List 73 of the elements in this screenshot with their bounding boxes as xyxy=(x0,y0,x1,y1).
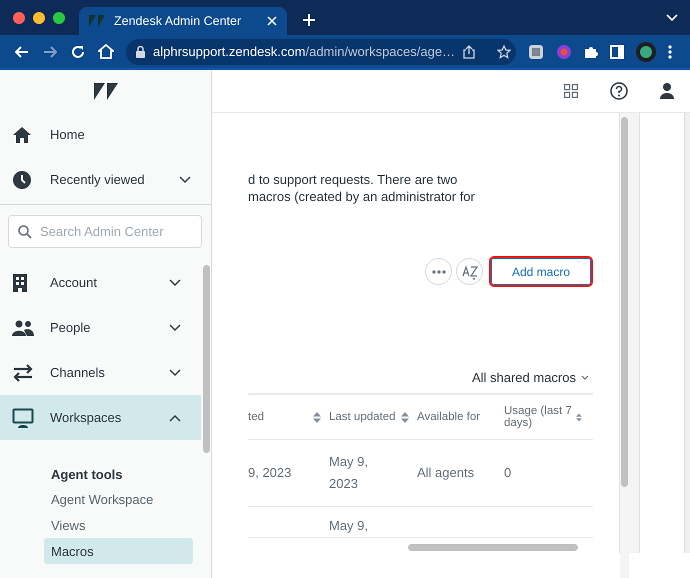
scrollbar-thumb[interactable] xyxy=(408,544,578,551)
people-icon xyxy=(12,320,34,336)
puzzle-icon[interactable] xyxy=(584,44,598,58)
column-header[interactable]: Available for xyxy=(417,411,480,423)
zendesk-logo-icon[interactable] xyxy=(94,82,118,100)
table-cell-text: May 9, xyxy=(329,517,368,535)
monitor-icon xyxy=(12,408,34,428)
sort-icon[interactable] xyxy=(401,412,409,422)
nav-item[interactable]: Home xyxy=(0,112,211,157)
building-icon xyxy=(12,272,28,292)
share-icon[interactable] xyxy=(463,44,476,58)
description-text: d to support requests. There are two xyxy=(248,171,458,188)
chevron-down-icon[interactable] xyxy=(666,14,678,22)
tab-title: Zendesk Admin Center xyxy=(114,14,242,28)
table-cell-text: May 9, 2023 xyxy=(329,453,370,493)
apps-grid-icon[interactable] xyxy=(564,84,578,98)
close-icon[interactable] xyxy=(267,16,277,26)
nav-item[interactable]: Workspaces xyxy=(0,395,201,440)
url-text: alphrsupport.zendesk.com/admin/workspaces/age… xyxy=(153,44,456,59)
lock-icon xyxy=(136,46,145,58)
chevron-up-icon xyxy=(169,414,181,422)
avatar-icon[interactable] xyxy=(636,42,656,62)
description-text: macros (created by an administrator for xyxy=(248,188,476,205)
table-cell-text: 9, 2023 xyxy=(248,464,292,482)
zendesk-logo-icon xyxy=(89,15,105,27)
subnav-item[interactable]: Macros xyxy=(44,538,193,564)
address-bar[interactable]: alphrsupport.zendesk.com/admin/workspaces/age… xyxy=(126,38,516,64)
more-options-button[interactable] xyxy=(425,258,452,285)
column-header[interactable]: Usage (last 7 days) xyxy=(504,405,576,429)
ellipsis-icon xyxy=(432,270,446,274)
home-icon xyxy=(12,126,32,144)
column-header[interactable]: Last updated xyxy=(329,411,396,423)
help-icon[interactable] xyxy=(610,82,628,100)
reload-icon[interactable] xyxy=(71,44,85,58)
sort-alphabetical-button[interactable] xyxy=(456,258,483,285)
chevron-down-icon xyxy=(581,375,589,380)
browser-tab[interactable]: Zendesk Admin Center xyxy=(79,7,287,35)
chevron-down-icon xyxy=(169,368,181,376)
maximize-window-button[interactable] xyxy=(53,12,65,24)
sidebar-icon[interactable] xyxy=(610,44,624,58)
subnav-item[interactable]: Agent Workspace xyxy=(44,486,193,512)
chevron-down-icon xyxy=(179,176,191,184)
add-macro-button[interactable]: Add macro xyxy=(491,258,591,285)
sort-icon[interactable] xyxy=(576,412,582,422)
column-header[interactable]: ted xyxy=(248,411,264,423)
minimize-window-button[interactable] xyxy=(33,12,45,24)
table-cell-text: All agents xyxy=(417,464,474,482)
subnav-item[interactable]: Views xyxy=(44,512,193,538)
clock-icon xyxy=(12,170,32,190)
back-icon[interactable] xyxy=(15,46,29,58)
close-window-button[interactable] xyxy=(13,12,25,24)
scrollbar-thumb[interactable] xyxy=(621,117,628,487)
filter-dropdown[interactable]: All shared macros xyxy=(248,370,591,385)
new-tab-icon[interactable] xyxy=(303,14,315,26)
star-icon[interactable] xyxy=(497,44,512,58)
nav-item[interactable]: People xyxy=(0,305,201,350)
home-icon[interactable] xyxy=(98,44,114,59)
section-heading: Agent tools xyxy=(50,466,124,484)
search-field[interactable]: Search Admin Center xyxy=(8,215,202,248)
extension-icon[interactable] xyxy=(528,44,544,60)
sort-icon[interactable] xyxy=(313,412,321,422)
more-icon[interactable] xyxy=(668,44,672,58)
nav-item[interactable]: Channels xyxy=(0,350,201,395)
transfer-arrows-icon xyxy=(12,362,34,382)
forward-icon[interactable] xyxy=(43,46,57,58)
nav-item[interactable]: Account xyxy=(0,260,201,305)
table-cell-text: 0 xyxy=(504,464,512,482)
scrollbar-thumb[interactable] xyxy=(203,265,210,453)
user-icon[interactable] xyxy=(660,83,674,99)
nav-item[interactable]: Recently viewed xyxy=(0,157,211,202)
chevron-down-icon xyxy=(169,324,181,332)
chevron-down-icon xyxy=(169,278,181,286)
sort-az-icon xyxy=(462,264,478,280)
